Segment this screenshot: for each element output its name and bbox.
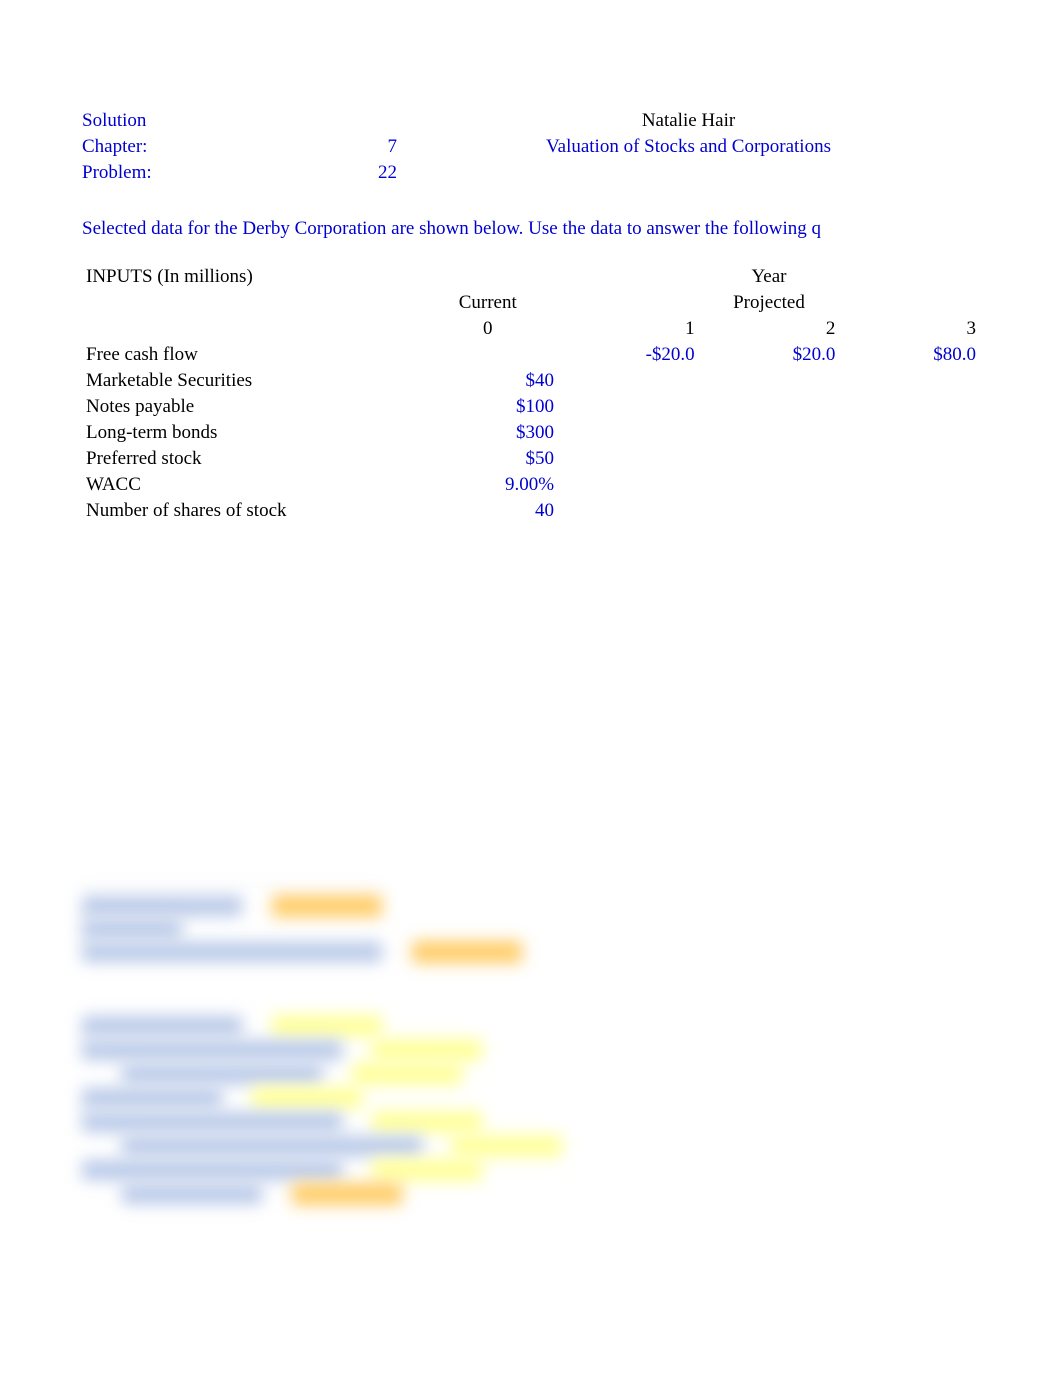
table-header-row-2: Current Projected [82, 290, 980, 316]
fcf-year1: -$20.0 [558, 342, 699, 368]
blurred-row [82, 1087, 980, 1109]
student-name: Natalie Hair [397, 110, 980, 132]
row-wacc: WACC 9.00% [82, 472, 980, 498]
col-y2: 2 [699, 316, 840, 342]
col-projected: Projected [699, 290, 840, 316]
inputs-table: INPUTS (In millions) Year Current Projec… [82, 264, 980, 524]
inputs-title: INPUTS (In millions) [82, 264, 417, 290]
year-label: Year [699, 264, 840, 290]
np-label: Notes payable [82, 394, 417, 420]
blurred-row [122, 1063, 980, 1085]
np-year0: $100 [417, 394, 558, 420]
shares-year0: 40 [417, 498, 558, 524]
col-y3: 3 [839, 316, 980, 342]
row-shares: Number of shares of stock 40 [82, 498, 980, 524]
ps-year0: $50 [417, 446, 558, 472]
header-row-chapter: Chapter: 7 Valuation of Stocks and Corpo… [82, 136, 980, 158]
blurred-row [122, 1183, 980, 1205]
wacc-label: WACC [82, 472, 417, 498]
blurred-row [82, 1111, 980, 1133]
table-header-row-1: INPUTS (In millions) Year [82, 264, 980, 290]
row-preferred-stock: Preferred stock $50 [82, 446, 980, 472]
ps-label: Preferred stock [82, 446, 417, 472]
blurred-row [82, 1159, 980, 1181]
ltb-year0: $300 [417, 420, 558, 446]
solution-label: Solution [82, 110, 327, 132]
col-y0: 0 [417, 316, 558, 342]
blurred-row [82, 895, 980, 917]
col-y1: 1 [558, 316, 699, 342]
fcf-year3: $80.0 [839, 342, 980, 368]
table-header-row-3: 0 1 2 3 [82, 316, 980, 342]
blurred-row [82, 1015, 980, 1037]
wacc-year0: 9.00% [417, 472, 558, 498]
row-notes-payable: Notes payable $100 [82, 394, 980, 420]
header-row-solution: Solution Natalie Hair [82, 110, 980, 132]
blurred-row [122, 1135, 980, 1157]
ms-label: Marketable Securities [82, 368, 417, 394]
problem-label: Problem: [82, 162, 327, 184]
ms-year0: $40 [417, 368, 558, 394]
fcf-year2: $20.0 [699, 342, 840, 368]
row-long-term-bonds: Long-term bonds $300 [82, 420, 980, 446]
blurred-row [82, 941, 980, 963]
ltb-label: Long-term bonds [82, 420, 417, 446]
chapter-label: Chapter: [82, 136, 327, 158]
blurred-content-region [82, 884, 980, 1205]
chapter-title: Valuation of Stocks and Corporations [397, 136, 980, 158]
row-fcf: Free cash flow -$20.0 $20.0 $80.0 [82, 342, 980, 368]
chapter-number: 7 [327, 136, 397, 158]
row-marketable-securities: Marketable Securities $40 [82, 368, 980, 394]
problem-number: 22 [327, 162, 397, 184]
blurred-row [82, 1039, 980, 1061]
col-current: Current [417, 290, 558, 316]
header-row-problem: Problem: 22 [82, 162, 980, 184]
problem-prompt: Selected data for the Derby Corporation … [82, 218, 980, 240]
shares-label: Number of shares of stock [82, 498, 417, 524]
blurred-row [82, 919, 980, 939]
fcf-label: Free cash flow [82, 342, 417, 368]
